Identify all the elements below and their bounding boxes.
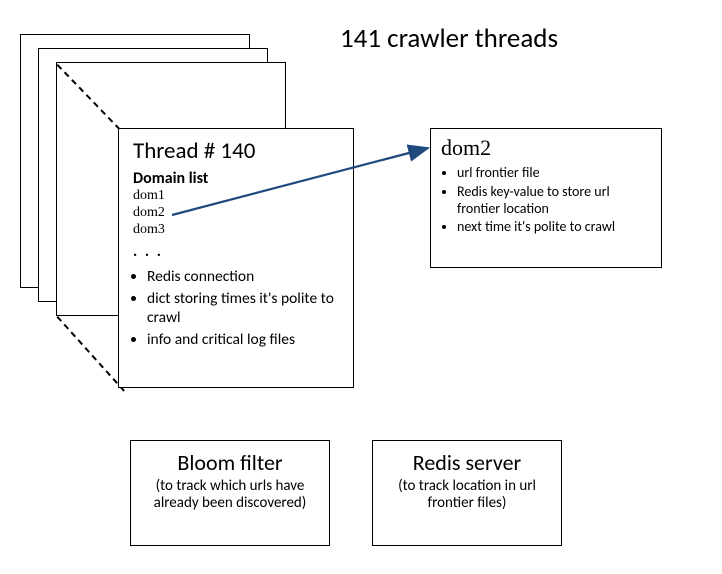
thread-title: Thread # 140 xyxy=(133,137,341,165)
dom2-bullets: url frontier file Redis key-value to sto… xyxy=(441,165,651,236)
dom2-title: dom2 xyxy=(441,135,651,161)
dom2-bullet: Redis key-value to store url frontier lo… xyxy=(457,184,651,218)
thread-bullet: dict storing times it's polite to crawl xyxy=(147,289,341,328)
ellipsis: . . . xyxy=(133,242,341,261)
domain-item: dom3 xyxy=(133,222,341,239)
diagram-title: 141 crawler threads xyxy=(340,22,558,55)
dom2-bullet: url frontier file xyxy=(457,165,651,182)
bloom-filter-box: Bloom filter (to track which urls have a… xyxy=(130,440,330,546)
redis-server-box: Redis server (to track location in url f… xyxy=(372,440,562,546)
thread-bullet: Redis connection xyxy=(147,267,341,286)
thread-bullet: info and critical log files xyxy=(147,330,341,349)
dom2-bullet: next time it's polite to crawl xyxy=(457,219,651,236)
domain-item: dom1 xyxy=(133,188,341,205)
thread-card-front: Thread # 140 Domain list dom1 dom2 dom3 … xyxy=(118,128,354,388)
domain-list-label: Domain list xyxy=(133,169,341,188)
bloom-title: Bloom filter xyxy=(137,449,323,476)
redis-subtitle: (to track location in url frontier files… xyxy=(379,478,555,513)
dashed-connector-bottom xyxy=(57,316,125,392)
redis-title: Redis server xyxy=(379,449,555,476)
domain-item-dom2: dom2 xyxy=(133,205,341,222)
thread-bullets: Redis connection dict storing times it's… xyxy=(131,267,341,349)
bloom-subtitle: (to track which urls have already been d… xyxy=(137,478,323,513)
dom2-box: dom2 url frontier file Redis key-value t… xyxy=(430,128,662,268)
